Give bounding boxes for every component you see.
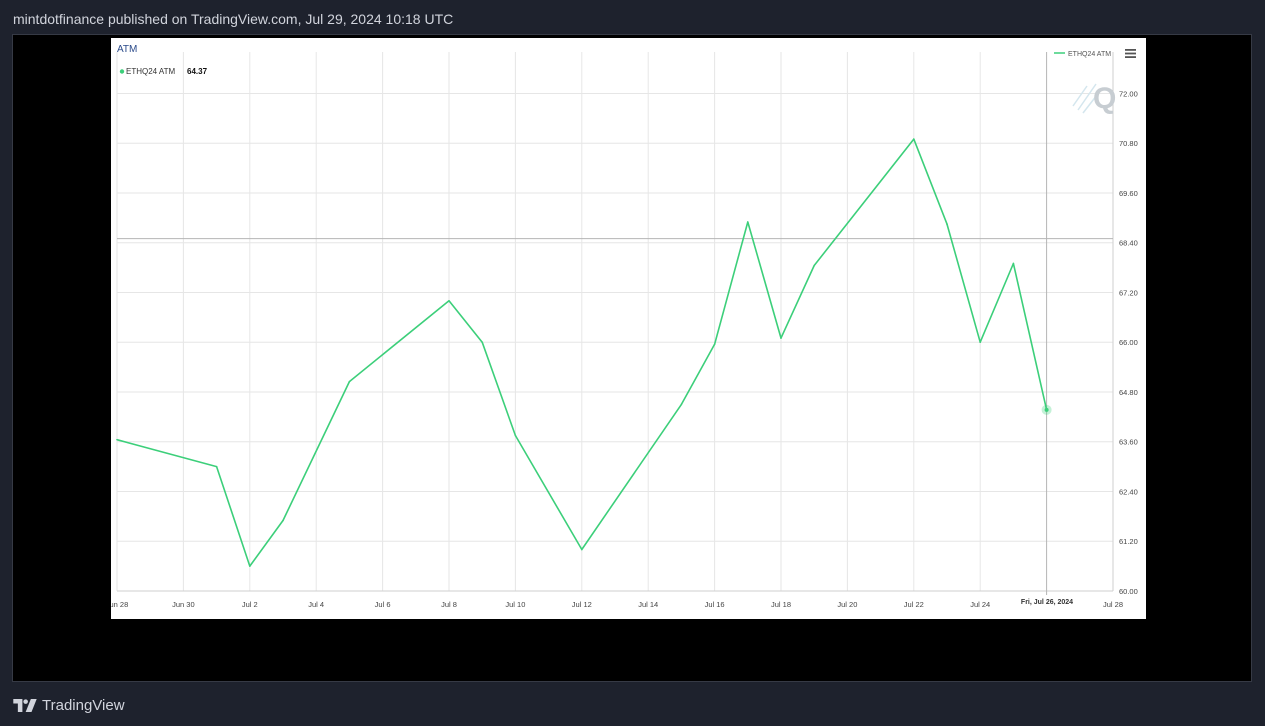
data-point	[448, 299, 450, 302]
legend-dot	[119, 69, 125, 74]
y-tick-label: 63.60	[1119, 438, 1138, 447]
x-tick-label: Jul 2	[242, 600, 258, 609]
x-tick-label: Jun 28	[111, 600, 128, 609]
data-point	[249, 565, 251, 567]
data-point	[1012, 262, 1015, 265]
q-watermark-icon: Q	[1072, 82, 1116, 115]
data-point	[713, 343, 716, 346]
chart-svg: Q 60.00 61.20 62.40 63.60 64.80 66.00 67.20 68.…	[106, 44, 1138, 609]
x-tick-label: Jul 24	[970, 600, 990, 609]
publication-header: mintdotfinance published on TradingView.…	[13, 11, 454, 27]
data-point	[116, 438, 118, 441]
x-tick-label: Jul 10	[505, 600, 525, 609]
x-tick-label: Jul 4	[308, 600, 324, 609]
x-tick-label: Jul 8	[441, 600, 457, 609]
x-tick-label: Jul 18	[771, 600, 791, 609]
data-point	[813, 264, 815, 267]
y-tick-label: 67.20	[1119, 288, 1138, 297]
x-tick-label: Jul 6	[375, 600, 391, 609]
x-tick-label: Jul 20	[837, 600, 857, 609]
data-point	[680, 403, 683, 406]
data-point	[946, 223, 948, 225]
y-tick-label: 66.00	[1119, 338, 1138, 347]
top-legend[interactable]: ETHQ24 ATM	[1054, 51, 1111, 58]
data-point	[215, 465, 218, 468]
data-point	[348, 380, 351, 383]
y-tick-label: 72.00	[1119, 89, 1138, 98]
last-point-dot	[1044, 407, 1049, 412]
data-point	[514, 434, 517, 437]
hamburger-menu-icon[interactable]	[1125, 49, 1136, 58]
x-tick-label: Jul 28	[1103, 600, 1123, 609]
data-point	[282, 519, 284, 522]
data-point	[747, 221, 749, 223]
y-axis-ticks: 60.00 61.20 62.40 63.60 64.80 66.00 67.20 68.40…	[1119, 89, 1138, 596]
y-tick-label: 69.60	[1119, 189, 1138, 198]
last-point-marker	[1041, 404, 1052, 415]
y-tick-label: 68.40	[1119, 239, 1138, 248]
legend-label: ETHQ24 ATM	[126, 67, 176, 76]
tradingview-logo-icon	[13, 698, 37, 712]
y-tick-label: 70.80	[1119, 139, 1138, 148]
watermark-letter: Q	[1093, 82, 1116, 115]
y-tick-label: 62.40	[1119, 487, 1138, 496]
x-tick-label: Jul 16	[705, 600, 725, 609]
x-tick-label: Jul 14	[638, 600, 658, 609]
footer-brand-text: TradingView	[42, 696, 125, 714]
grid	[116, 52, 1114, 592]
top-legend-label: ETHQ24 ATM	[1068, 51, 1111, 58]
data-point	[481, 341, 484, 344]
data-point	[581, 548, 583, 551]
x-axis-ticks: Jun 28 Jun 30 Jul 2 Jul 4 Jul 6 Jul 8 Jul 10 Ju…	[106, 600, 1123, 609]
data-point	[979, 341, 981, 344]
chart-panel: Q 60.00 61.20 62.40 63.60 64.80 66.00 67.20 68.…	[106, 38, 1146, 619]
y-tick-label: 64.80	[1119, 388, 1138, 397]
x-tick-label: Jun 30	[172, 600, 195, 609]
x-tick-label: Jul 12	[572, 600, 592, 609]
y-tick-label: 61.20	[1119, 537, 1138, 546]
series-legend: ETHQ24 ATM 64.37	[119, 67, 208, 76]
data-point	[780, 337, 782, 339]
footer-brand[interactable]: TradingView	[13, 695, 125, 715]
y-tick-label: 60.00	[1119, 587, 1138, 596]
crosshair-date-text: Fri, Jul 26, 2024	[1021, 599, 1073, 606]
chart-title: ATM	[117, 44, 137, 55]
data-point	[913, 138, 915, 140]
crosshair-date-label: Fri, Jul 26, 2024	[1017, 595, 1077, 607]
x-tick-label: Jul 22	[904, 600, 924, 609]
legend-value: 64.37	[187, 67, 208, 76]
